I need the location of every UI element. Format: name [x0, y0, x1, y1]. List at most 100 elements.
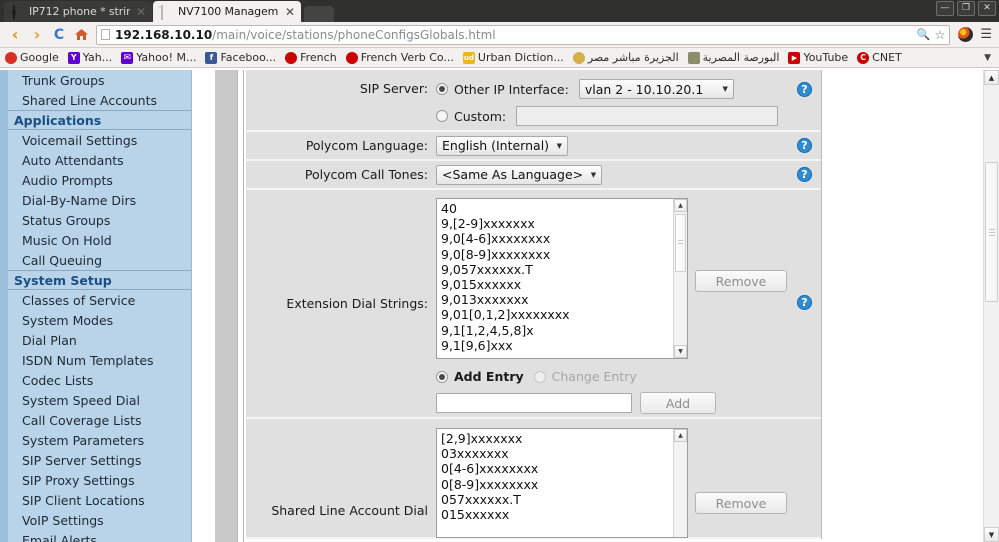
custom-sip-server-input[interactable] [516, 106, 779, 126]
sidebar-item-system-speed-dial[interactable]: System Speed Dial [0, 390, 191, 410]
sidebar-item-call-queuing[interactable]: Call Queuing [0, 250, 191, 270]
polycom-call-tones-select[interactable]: <Same As Language> ▼ [436, 164, 603, 185]
browser-tab-1[interactable]: IP712 phone * string auto ✕ [4, 1, 152, 22]
sidebar-item-isdn-num-templates[interactable]: ISDN Num Templates [0, 350, 191, 370]
list-item[interactable]: 0[4-6]xxxxxxxx [441, 461, 683, 476]
sidebar-item-voicemail-settings[interactable]: Voicemail Settings [0, 130, 191, 150]
list-item[interactable]: 9,[2-9]xxxxxxx [441, 216, 683, 231]
bookmark-cnet[interactable]: C CNET [857, 51, 902, 64]
polycom-language-select[interactable]: English (Internal) ▼ [436, 135, 569, 156]
close-icon[interactable]: ✕ [136, 6, 146, 18]
list-item[interactable]: 9,0[8-9]xxxxxxxx [441, 247, 683, 262]
extension-dial-strings-listbox[interactable]: 40 9,[2-9]xxxxxxx 9,0[4-6]xxxxxxxx 9,0[8… [436, 198, 688, 359]
sidebar-item-call-coverage-lists[interactable]: Call Coverage Lists [0, 410, 191, 430]
page-scrollbar-thumb[interactable] [985, 162, 998, 302]
sidebar-item-voip-settings[interactable]: VoIP Settings [0, 510, 191, 530]
list-item[interactable]: 057xxxxxx.T [441, 492, 683, 507]
address-bar[interactable]: 192.168.10.10/main/voice/stations/phoneC… [96, 24, 951, 45]
sidebar-item-dial-by-name-dirs[interactable]: Dial-By-Name Dirs [0, 190, 191, 210]
list-item[interactable]: 9,1[1,2,4,5,8]x [441, 323, 683, 338]
sidebar-item-sip-proxy-settings[interactable]: SIP Proxy Settings [0, 470, 191, 490]
browser-tab-2[interactable]: NV7100 Management Inte ✕ [153, 1, 301, 22]
bookmark-youtube[interactable]: ▶ YouTube [788, 51, 848, 64]
remove-button[interactable]: Remove [695, 492, 787, 514]
minimize-icon[interactable]: — [936, 1, 954, 16]
sidebar-item-dial-plan[interactable]: Dial Plan [0, 330, 191, 350]
radio-add-entry[interactable] [436, 370, 448, 383]
sidebar-item-codec-lists[interactable]: Codec Lists [0, 370, 191, 390]
search-icon[interactable]: 🔍 [917, 28, 931, 41]
bookmark-egx[interactable]: البورصة المصرية [687, 51, 779, 64]
help-icon[interactable]: ? [797, 167, 812, 182]
sidebar-item-status-groups[interactable]: Status Groups [0, 210, 191, 230]
list-item[interactable]: 03xxxxxxx [441, 446, 683, 461]
radio-custom-sip-server[interactable] [436, 110, 448, 122]
extension-remove-wrap: Remove [695, 270, 787, 292]
bookmark-facebook[interactable]: f Faceboo... [205, 51, 276, 64]
sidebar-item-sip-server-settings[interactable]: SIP Server Settings [0, 450, 191, 470]
scrollbar-thumb[interactable] [675, 214, 686, 272]
home-icon[interactable] [70, 24, 92, 46]
bookmark-yahoo[interactable]: Y Yah... [67, 51, 112, 64]
sidebar-item-system-modes[interactable]: System Modes [0, 310, 191, 330]
new-entry-input[interactable] [436, 393, 632, 413]
close-icon[interactable]: ✕ [978, 1, 996, 16]
bookmark-google[interactable]: Google [5, 51, 59, 64]
sidebar-item-auto-attendants[interactable]: Auto Attendants [0, 150, 191, 170]
list-item[interactable]: 9,01[0,1,2]xxxxxxxx [441, 307, 683, 322]
bookmark-aljazeera[interactable]: الجزيرة مباشر مصر [572, 51, 679, 64]
radio-change-entry[interactable] [533, 370, 546, 383]
scroll-up-icon[interactable]: ▲ [674, 429, 687, 442]
form-row-extension-dial-strings: Extension Dial Strings: 40 9,[2-9]xxxxxx… [246, 190, 821, 419]
reload-icon[interactable]: C [48, 24, 70, 46]
list-item[interactable]: 40 [441, 201, 683, 216]
bookmark-french[interactable]: French [285, 51, 337, 64]
ip-interface-select[interactable]: vlan 2 - 10.10.20.1 ▼ [578, 79, 734, 99]
list-item[interactable]: 9,1[9,6]xxx [441, 338, 683, 353]
sidebar-item-trunk-groups[interactable]: Trunk Groups [0, 70, 191, 90]
list-item[interactable]: 9,013xxxxxxx [441, 292, 683, 307]
scroll-up-icon[interactable]: ▲ [984, 70, 999, 85]
scroll-down-icon[interactable]: ▼ [984, 527, 999, 542]
bookmark-label: الجزيرة مباشر مصر [587, 51, 679, 64]
list-item[interactable]: 9,057xxxxxx.T [441, 262, 683, 277]
list-item[interactable]: 015xxxxxx [441, 507, 683, 522]
sidebar-item-label: System Modes [22, 312, 114, 328]
help-icon[interactable]: ? [797, 82, 812, 97]
remove-button[interactable]: Remove [695, 270, 787, 292]
sidebar-item-sip-client-locations[interactable]: SIP Client Locations [0, 490, 191, 510]
chevron-down-icon[interactable]: ▼ [984, 53, 994, 63]
listbox-scrollbar[interactable]: ▲ [673, 429, 687, 537]
list-item[interactable]: 9,015xxxxxx [441, 277, 683, 292]
add-button[interactable]: Add [640, 392, 716, 414]
page-scrollbar[interactable]: ▲ ▼ [983, 70, 999, 542]
maximize-icon[interactable]: ❐ [957, 1, 975, 16]
list-item[interactable]: 0[8-9]xxxxxxxx [441, 477, 683, 492]
close-icon[interactable]: ✕ [285, 6, 295, 18]
scroll-down-icon[interactable]: ▼ [674, 345, 687, 358]
sidebar-item-shared-line-accounts[interactable]: Shared Line Accounts [0, 90, 191, 110]
forward-icon[interactable]: › [26, 24, 48, 46]
listbox-scrollbar[interactable]: ▲ ▼ [673, 199, 687, 358]
sidebar-item-music-on-hold[interactable]: Music On Hold [0, 230, 191, 250]
help-icon[interactable]: ? [797, 295, 812, 310]
profile-avatar-icon[interactable] [958, 27, 974, 42]
radio-other-ip-interface[interactable] [436, 83, 448, 95]
scroll-up-icon[interactable]: ▲ [674, 199, 687, 212]
star-icon[interactable]: ☆ [935, 28, 946, 42]
sidebar-item-system-parameters[interactable]: System Parameters [0, 430, 191, 450]
sidebar-item-audio-prompts[interactable]: Audio Prompts [0, 170, 191, 190]
sidebar-item-email-alerts[interactable]: Email Alerts [0, 530, 191, 542]
bookmark-urban-dictionary[interactable]: ud Urban Diction... [462, 51, 564, 64]
help-icon[interactable]: ? [797, 138, 812, 153]
back-icon[interactable]: ‹ [4, 24, 26, 46]
form-row-sip-server: SIP Server: Other IP Interface: vlan 2 -… [246, 70, 821, 132]
sidebar-item-classes-of-service[interactable]: Classes of Service [0, 290, 191, 310]
shared-line-account-dial-listbox[interactable]: [2,9]xxxxxxx 03xxxxxxx 0[4-6]xxxxxxxx 0[… [436, 428, 688, 538]
list-item[interactable]: [2,9]xxxxxxx [441, 431, 683, 446]
bookmark-yahoo-mail[interactable]: ✉ Yahoo! M... [121, 51, 196, 64]
bookmark-french-verb[interactable]: French Verb Co... [345, 51, 454, 64]
list-item[interactable]: 9,0[4-6]xxxxxxxx [441, 231, 683, 246]
new-tab-button[interactable] [304, 6, 334, 22]
hamburger-menu-icon[interactable]: ☰ [977, 27, 995, 42]
